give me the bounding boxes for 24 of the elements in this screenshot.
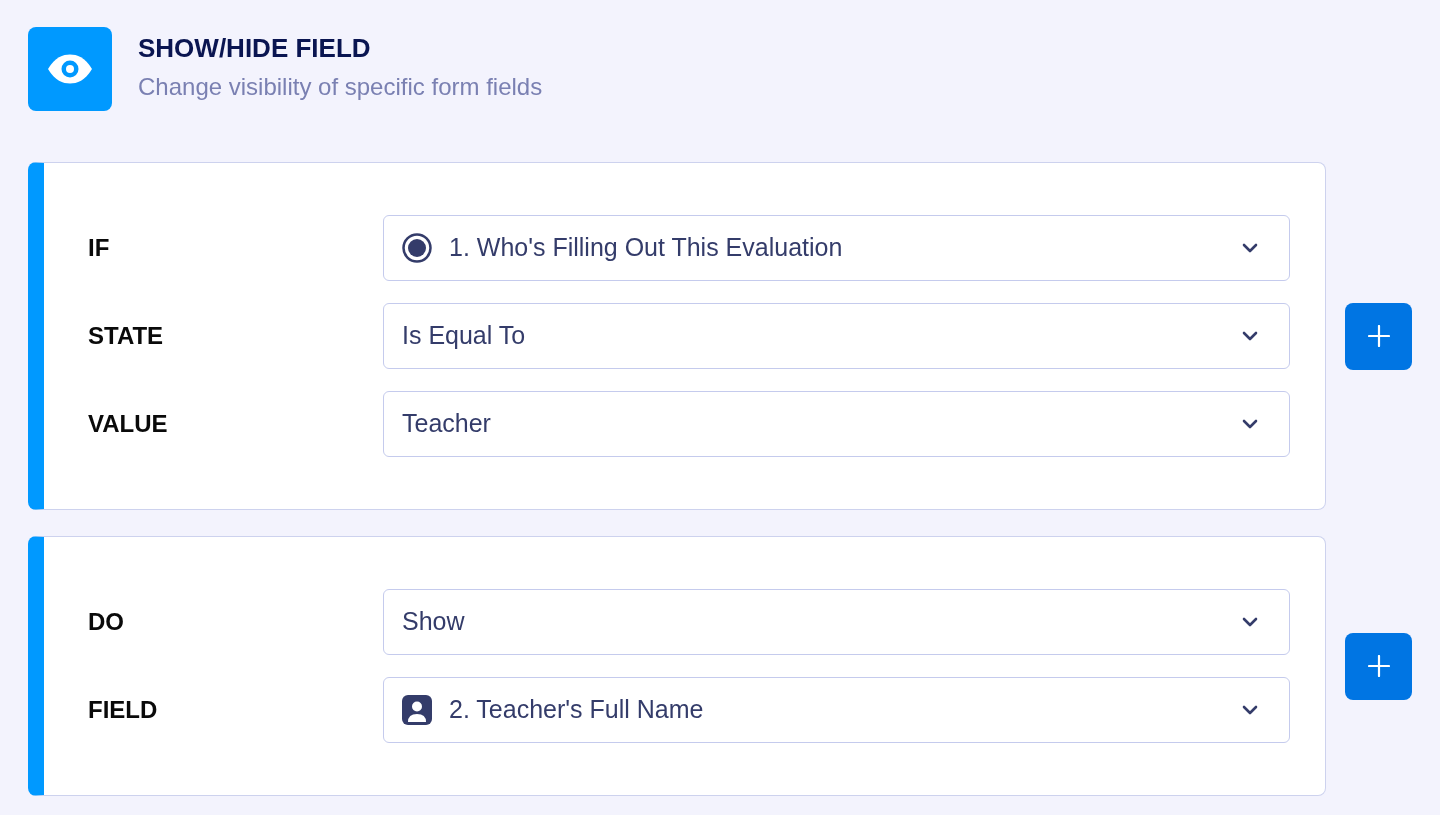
panel-subtitle: Change visibility of specific form fields [138,72,543,102]
field-label: DO [88,607,124,637]
dropdown[interactable]: Is Equal To [383,303,1290,369]
dropdown[interactable]: 1. Who's Filling Out This Evaluation [383,215,1290,281]
plus-icon [1367,655,1390,677]
field-label: IF [88,233,110,263]
user-icon [402,695,432,725]
add-button[interactable] [1345,632,1412,700]
chevron-down-icon [1242,617,1258,627]
chevron-down-icon [1242,705,1258,715]
field-label: STATE [88,321,164,351]
add-button[interactable] [1345,302,1412,370]
chevron-down-icon [1242,419,1258,429]
chevron-down-icon [1242,243,1258,253]
dropdown[interactable]: Teacher [383,391,1290,457]
dropdown[interactable]: 2. Teacher's Full Name [383,677,1290,743]
chevron-down-icon [1242,331,1258,341]
field-label: VALUE [88,409,168,439]
radio-button-icon [402,233,432,263]
panel-title: SHOW/HIDE FIELD [138,32,372,64]
eye-icon [28,27,112,111]
dropdown[interactable]: Show [383,589,1290,655]
plus-icon [1367,325,1390,347]
field-label: FIELD [88,695,158,725]
